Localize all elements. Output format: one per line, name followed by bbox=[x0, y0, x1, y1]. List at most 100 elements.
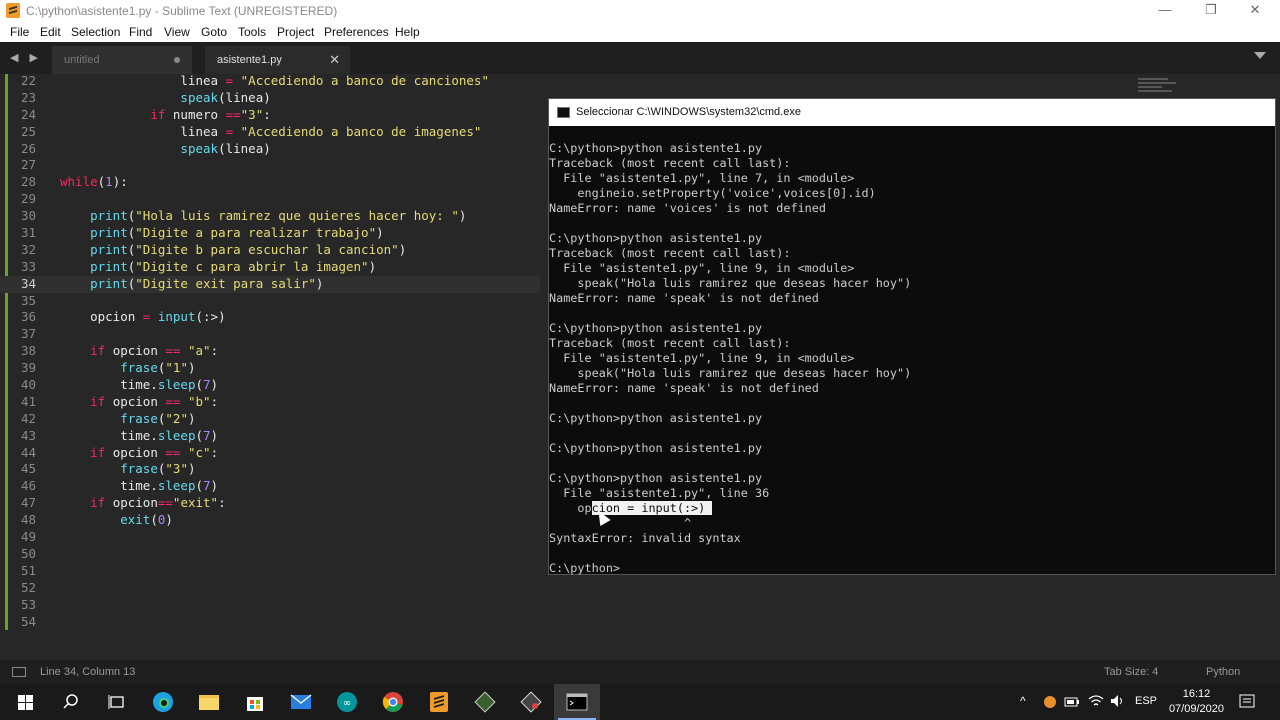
code-line[interactable]: 22 linea = "Accediendo a banco de cancio… bbox=[0, 73, 540, 90]
line-number: 47 bbox=[20, 495, 36, 511]
code-line[interactable]: 26 speak(linea) bbox=[0, 141, 540, 158]
app-icon-tool[interactable] bbox=[508, 684, 554, 720]
menu-tools[interactable]: Tools bbox=[238, 25, 266, 39]
file-explorer-app[interactable] bbox=[186, 684, 232, 720]
tab-close-icon[interactable]: ✕ bbox=[329, 52, 340, 68]
code-line[interactable]: 23 speak(linea) bbox=[0, 90, 540, 107]
code-line[interactable]: 48 exit(0) bbox=[0, 512, 540, 529]
line-number: 38 bbox=[20, 343, 36, 359]
code-line[interactable]: 47 if opcion=="exit": bbox=[0, 495, 540, 512]
code-line[interactable]: 52 bbox=[0, 580, 540, 597]
line-number: 30 bbox=[20, 208, 36, 224]
line-number: 26 bbox=[20, 140, 36, 156]
windows-logo-icon bbox=[17, 694, 33, 710]
code-line[interactable]: 32 print("Digite b para escuchar la canc… bbox=[0, 242, 540, 259]
code-line[interactable]: 30 print("Hola luis ramirez que quieres … bbox=[0, 208, 540, 225]
minimize-button[interactable]: — bbox=[1142, 0, 1188, 22]
close-button[interactable]: ✕ bbox=[1232, 0, 1278, 22]
tab-asistente1[interactable]: asistente1.py ✕ bbox=[205, 46, 350, 74]
menu-goto[interactable]: Goto bbox=[201, 25, 227, 39]
cmd-app[interactable] bbox=[554, 684, 600, 720]
sublime-text-app[interactable] bbox=[416, 684, 462, 720]
code-line[interactable]: 37 bbox=[0, 326, 540, 343]
mail-app[interactable] bbox=[278, 684, 324, 720]
window-title: C:\python\asistente1.py - Sublime Text (… bbox=[26, 4, 338, 18]
code-line[interactable]: 34 print("Digite exit para salir") bbox=[0, 275, 540, 293]
menu-project[interactable]: Project bbox=[277, 25, 314, 39]
code-line[interactable]: 29 bbox=[0, 191, 540, 208]
code-line[interactable]: 25 linea = "Accediendo a banco de imagen… bbox=[0, 124, 540, 141]
code-line[interactable]: 36 opcion = input(:>) bbox=[0, 309, 540, 326]
code-line[interactable]: 41 if opcion == "b": bbox=[0, 394, 540, 411]
notification-icon[interactable] bbox=[1238, 693, 1256, 711]
line-number: 37 bbox=[20, 326, 36, 342]
line-number: 43 bbox=[20, 427, 36, 443]
cmd-window[interactable]: Seleccionar C:\WINDOWS\system32\cmd.exe … bbox=[548, 98, 1276, 575]
chrome-app[interactable] bbox=[370, 684, 416, 720]
app-icon-green[interactable] bbox=[462, 684, 508, 720]
menu-edit[interactable]: Edit bbox=[40, 25, 61, 39]
menu-view[interactable]: View bbox=[164, 25, 190, 39]
start-button[interactable] bbox=[2, 684, 48, 720]
code-line[interactable]: 35 bbox=[0, 293, 540, 310]
restore-button[interactable]: ❐ bbox=[1188, 0, 1234, 22]
task-view-icon bbox=[108, 695, 124, 709]
tray-overflow-icon[interactable]: ^ bbox=[1020, 694, 1026, 708]
code-line[interactable]: 44 if opcion == "c": bbox=[0, 445, 540, 462]
menu-preferences[interactable]: Preferences bbox=[324, 25, 389, 39]
tab-dropdown-icon[interactable] bbox=[1254, 52, 1266, 59]
code-line[interactable]: 39 frase("1") bbox=[0, 360, 540, 377]
menu-help[interactable]: Help bbox=[395, 25, 420, 39]
cmd-selected-text[interactable]: cion = input(:>) bbox=[591, 501, 713, 515]
code-line[interactable]: 50 bbox=[0, 546, 540, 563]
battery-icon[interactable] bbox=[1064, 695, 1080, 709]
menu-file[interactable]: File bbox=[10, 25, 29, 39]
menu-selection[interactable]: Selection bbox=[71, 25, 120, 39]
store-app[interactable] bbox=[232, 684, 278, 720]
code-line[interactable]: 45 frase("3") bbox=[0, 461, 540, 478]
line-text: linea = "Accediendo a banco de imagenes" bbox=[60, 123, 482, 139]
code-line[interactable]: 42 frase("2") bbox=[0, 411, 540, 428]
code-line[interactable]: 46 time.sleep(7) bbox=[0, 478, 540, 495]
clock[interactable]: 16:12 07/09/2020 bbox=[1169, 687, 1224, 717]
tab-scroll-arrows[interactable]: ◀ ▶ bbox=[10, 51, 42, 64]
language-indicator[interactable]: ESP bbox=[1135, 695, 1157, 707]
line-text: print("Digite exit para salir") bbox=[90, 275, 324, 291]
line-number: 34 bbox=[20, 275, 36, 291]
tab-bar: ◀ ▶ untitled asistente1.py ✕ bbox=[0, 42, 1280, 74]
code-line[interactable]: 31 print("Digite a para realizar trabajo… bbox=[0, 225, 540, 242]
tab-untitled[interactable]: untitled bbox=[52, 46, 192, 74]
diamond-app-icon bbox=[474, 691, 496, 713]
code-line[interactable]: 24 if numero =="3": bbox=[0, 107, 540, 124]
code-area[interactable]: 22 linea = "Accediendo a banco de cancio… bbox=[0, 73, 540, 630]
menu-find[interactable]: Find bbox=[129, 25, 152, 39]
edge-app[interactable] bbox=[140, 684, 186, 720]
code-line[interactable]: 28 while(1): bbox=[0, 174, 540, 191]
search-button[interactable] bbox=[48, 684, 94, 720]
code-line[interactable]: 53 bbox=[0, 597, 540, 614]
line-text: if opcion == "a": bbox=[90, 343, 219, 359]
tab-size[interactable]: Tab Size: 4 bbox=[1104, 666, 1158, 678]
code-line[interactable]: 43 time.sleep(7) bbox=[0, 428, 540, 445]
tray-app-icon[interactable] bbox=[1042, 694, 1058, 710]
line-number: 42 bbox=[20, 410, 36, 426]
panel-toggle-icon[interactable] bbox=[12, 667, 26, 677]
line-number: 24 bbox=[20, 106, 36, 122]
task-view-button[interactable] bbox=[94, 684, 140, 720]
line-text: time.sleep(7) bbox=[60, 478, 219, 494]
code-line[interactable]: 49 bbox=[0, 529, 540, 546]
line-number: 48 bbox=[20, 512, 36, 528]
volume-icon[interactable] bbox=[1110, 694, 1126, 708]
syntax-mode[interactable]: Python bbox=[1206, 666, 1240, 678]
code-line[interactable]: 40 time.sleep(7) bbox=[0, 377, 540, 394]
cmd-title-bar[interactable]: Seleccionar C:\WINDOWS\system32\cmd.exe bbox=[549, 99, 1275, 126]
code-line[interactable]: 27 bbox=[0, 157, 540, 174]
arduino-app[interactable]: ∞ bbox=[324, 684, 370, 720]
code-line[interactable]: 33 print("Digite c para abrir la imagen"… bbox=[0, 259, 540, 276]
wifi-icon[interactable] bbox=[1088, 694, 1104, 708]
sublime-text-icon bbox=[430, 692, 448, 712]
line-number: 29 bbox=[20, 191, 36, 207]
code-line[interactable]: 38 if opcion == "a": bbox=[0, 343, 540, 360]
code-line[interactable]: 51 bbox=[0, 563, 540, 580]
code-line[interactable]: 54 bbox=[0, 614, 540, 631]
